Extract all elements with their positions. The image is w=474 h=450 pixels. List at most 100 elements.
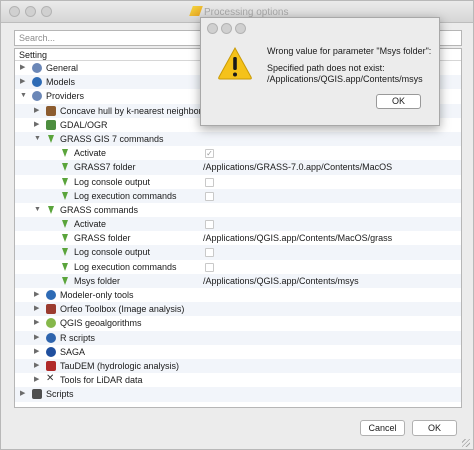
folder-path-value[interactable]: /Applications/QGIS.app/Contents/msys <box>203 274 359 288</box>
tree-row-grass-commands[interactable]: ▼ GRASS commands <box>15 203 461 217</box>
modeler-icon <box>46 290 56 300</box>
tree-row-label: Activate <box>74 219 107 230</box>
resize-grip[interactable] <box>462 439 470 447</box>
tree-row-taudem[interactable]: ▶ TauDEM (hydrologic analysis) <box>15 358 461 374</box>
close-window-button[interactable] <box>207 23 218 34</box>
orfeo-icon <box>46 304 56 315</box>
grass-icon <box>46 205 56 215</box>
cancel-button[interactable]: Cancel <box>360 420 405 436</box>
taudem-icon <box>46 360 56 371</box>
expand-arrow-icon[interactable]: ▶ <box>20 75 25 89</box>
expand-arrow-icon[interactable]: ▶ <box>20 387 25 401</box>
tree-row-grass-folder[interactable]: GRASS folder /Applications/QGIS.app/Cont… <box>15 231 461 245</box>
alert-title: Wrong value for parameter "Msys folder": <box>267 46 432 56</box>
collapse-arrow-icon[interactable]: ▼ <box>34 132 41 146</box>
grass-icon <box>60 219 70 229</box>
tree-row-label: GRASS commands <box>60 204 139 215</box>
expand-arrow-icon[interactable]: ▶ <box>34 331 39 345</box>
tree-row-msys-folder[interactable]: Msys folder /Applications/QGIS.app/Conte… <box>15 273 461 288</box>
minimize-window-button[interactable] <box>25 6 36 17</box>
qgis-feather-icon <box>189 6 203 16</box>
grass-icon <box>46 134 56 144</box>
tree-row-label: Scripts <box>46 389 74 400</box>
tree-row-r-scripts[interactable]: ▶ R scripts <box>15 330 461 345</box>
ok-button[interactable]: OK <box>412 420 457 436</box>
tree-row-label: Concave hull by k-nearest neighbors <box>60 105 207 116</box>
activate-checkbox[interactable]: ✓ <box>205 149 214 159</box>
alert-ok-button[interactable]: OK <box>376 94 421 109</box>
expand-arrow-icon[interactable]: ▶ <box>34 288 39 302</box>
grass-icon <box>60 191 70 201</box>
tree-row-label: R scripts <box>60 332 96 343</box>
tree-row-label: Log console output <box>74 247 151 258</box>
expand-arrow-icon[interactable]: ▶ <box>34 104 39 118</box>
close-window-button[interactable] <box>9 6 20 17</box>
tree-row-label: GRASS GIS 7 commands <box>60 133 164 144</box>
minimize-window-button[interactable] <box>221 23 232 34</box>
tree-row-grass7-folder[interactable]: GRASS7 folder /Applications/GRASS-7.0.ap… <box>15 160 461 175</box>
folder-path-value[interactable]: /Applications/GRASS-7.0.app/Contents/Mac… <box>203 160 392 174</box>
tree-row-scripts[interactable]: ▶ Scripts <box>15 387 461 402</box>
tree-row-label: Orfeo Toolbox (Image analysis) <box>60 304 185 315</box>
grass-icon <box>60 276 70 286</box>
warning-icon <box>218 46 252 80</box>
expand-arrow-icon[interactable]: ▶ <box>34 302 39 316</box>
tree-row-label: Activate <box>74 148 107 159</box>
collapse-arrow-icon[interactable]: ▼ <box>34 203 41 217</box>
alert-message-line: Specified path does not exist: <box>267 63 385 73</box>
gear-icon <box>32 63 42 73</box>
tree-row-label: Log execution commands <box>74 261 177 272</box>
log-console-checkbox[interactable] <box>205 177 214 187</box>
alert-message-path: /Applications/QGIS.app/Contents/msys <box>267 74 423 84</box>
expand-arrow-icon[interactable]: ▶ <box>34 118 39 132</box>
gear-icon <box>32 91 42 102</box>
grass-icon <box>60 262 70 272</box>
tree-row-label: QGIS geoalgorithms <box>60 318 142 329</box>
zoom-window-button[interactable] <box>235 23 246 34</box>
expand-arrow-icon[interactable]: ▶ <box>34 359 39 373</box>
tree-row-label: GRASS7 folder <box>74 162 136 173</box>
tree-row-orfeo-toolbox[interactable]: ▶ Orfeo Toolbox (Image analysis) <box>15 302 461 317</box>
tree-row-grass-log-console[interactable]: Log console output <box>15 245 461 260</box>
tree-row-grass7-log-execution[interactable]: Log execution commands <box>15 188 461 203</box>
zoom-window-button[interactable] <box>41 6 52 17</box>
tree-row-label: SAGA <box>60 346 86 357</box>
tree-row-grass7-commands[interactable]: ▼ GRASS GIS 7 commands <box>15 131 461 147</box>
grass-icon <box>60 247 70 257</box>
tree-row-label: GDAL/OGR <box>60 119 108 130</box>
log-execution-checkbox[interactable] <box>205 262 214 272</box>
grass-icon <box>60 233 70 243</box>
tree-row-saga[interactable]: ▶ SAGA <box>15 345 461 359</box>
tree-row-grass7-activate[interactable]: Activate ✓ <box>15 146 461 160</box>
log-console-checkbox[interactable] <box>205 248 214 258</box>
folder-path-value[interactable]: /Applications/QGIS.app/Contents/MacOS/gr… <box>203 231 392 245</box>
expand-arrow-icon[interactable]: ▶ <box>34 345 39 359</box>
tree-row-label: Modeler-only tools <box>60 290 134 300</box>
scripts-icon <box>32 389 42 400</box>
saga-icon <box>46 346 56 357</box>
concave-hull-icon <box>46 105 56 116</box>
tree-row-label: Msys folder <box>74 275 121 286</box>
activate-checkbox[interactable] <box>205 220 214 230</box>
expand-arrow-icon[interactable]: ▶ <box>34 373 39 387</box>
alert-message: Specified path does not exist: /Applicat… <box>267 63 437 85</box>
qgis-icon <box>46 318 56 329</box>
models-icon <box>32 77 42 88</box>
tree-row-grass-activate[interactable]: Activate <box>15 217 461 232</box>
tree-row-label: Log execution commands <box>74 190 177 201</box>
tree-row-label: Providers <box>46 91 85 102</box>
tree-row-label: General <box>46 63 79 73</box>
expand-arrow-icon[interactable]: ▶ <box>20 61 25 75</box>
log-execution-checkbox[interactable] <box>205 191 214 201</box>
grass-icon <box>60 148 70 158</box>
expand-arrow-icon[interactable]: ▶ <box>34 316 39 330</box>
tree-row-qgis-geoalgorithms[interactable]: ▶ QGIS geoalgorithms <box>15 316 461 330</box>
tree-row-grass7-log-console[interactable]: Log console output <box>15 175 461 189</box>
tree-row-grass-log-execution[interactable]: Log execution commands <box>15 260 461 274</box>
tree-row-lidar-tools[interactable]: ▶ Tools for LiDAR data <box>15 372 461 387</box>
tree-row-modeler-only-tools[interactable]: ▶ Modeler-only tools <box>15 288 461 302</box>
lidar-tools-icon <box>46 372 56 386</box>
error-alert-dialog: Wrong value for parameter "Msys folder":… <box>200 17 440 126</box>
collapse-arrow-icon[interactable]: ▼ <box>20 89 27 103</box>
tree-row-label: Tools for LiDAR data <box>60 375 143 386</box>
